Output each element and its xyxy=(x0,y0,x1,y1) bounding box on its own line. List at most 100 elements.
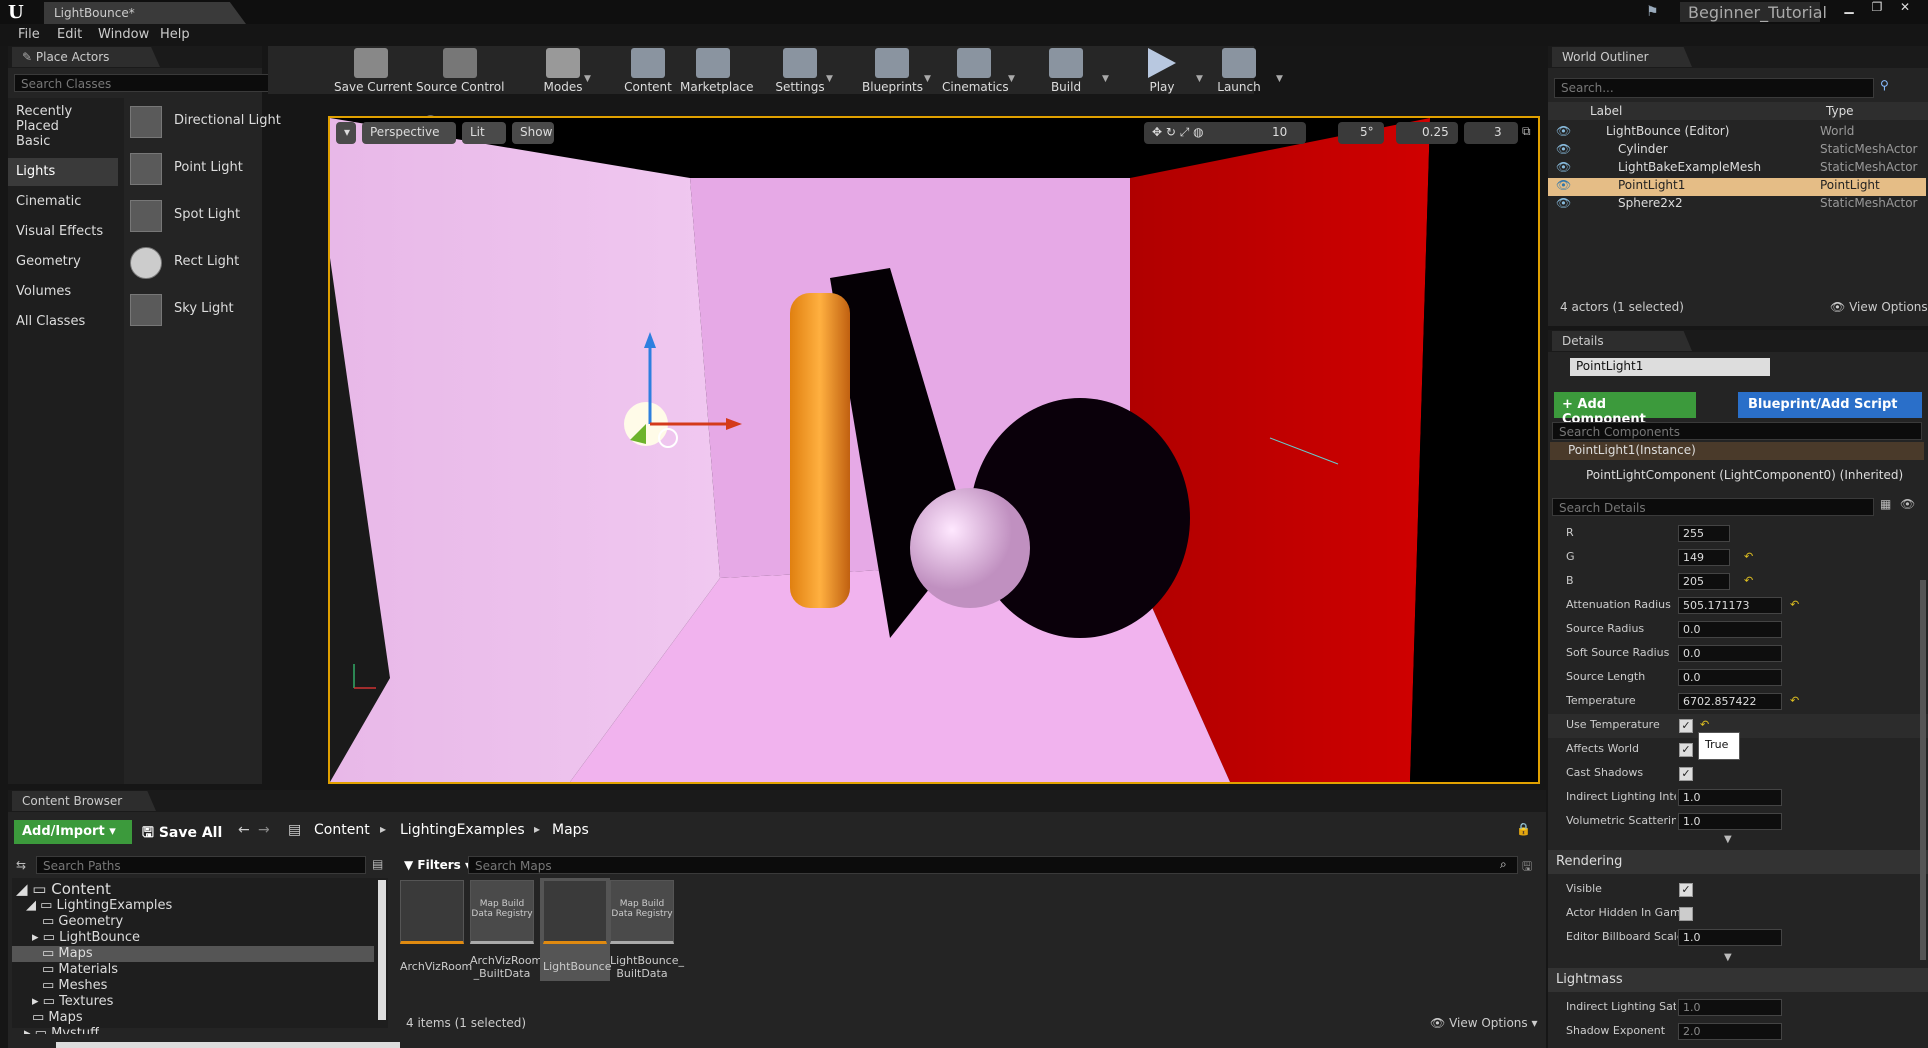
category-basic[interactable]: Basic xyxy=(8,128,118,156)
breadcrumb-content[interactable]: Content xyxy=(314,822,370,838)
add-collection-icon[interactable]: ▤ xyxy=(372,857,383,871)
camera-speed-button[interactable]: 3 xyxy=(1464,122,1518,144)
forward-arrow-icon[interactable]: → xyxy=(258,822,270,838)
instance-row[interactable]: PointLight1(Instance) xyxy=(1550,442,1924,460)
actor-point-light[interactable]: Point Light? xyxy=(126,150,437,188)
save-all-button[interactable]: 🖫 Save All xyxy=(142,822,222,846)
prop-value-field[interactable]: 0.0 xyxy=(1678,669,1782,686)
prop-value-field[interactable]: 1.0 xyxy=(1678,929,1782,946)
category-recently-placed[interactable]: Recently Placed xyxy=(8,98,118,134)
search-maps-input[interactable]: Search Maps xyxy=(468,856,1518,874)
category-lights[interactable]: Lights xyxy=(8,158,118,186)
content-view-options[interactable]: 👁 View Options ▾ xyxy=(1430,1016,1538,1030)
build-button[interactable]: Build xyxy=(1048,48,1084,94)
menu-edit[interactable]: Edit xyxy=(57,27,82,42)
outliner-view-options[interactable]: 👁 View Options xyxy=(1830,300,1928,314)
tree-mystuff[interactable]: ▸ ▭ Mystuff xyxy=(24,1026,99,1034)
cinematics-button[interactable]: Cinematics xyxy=(942,48,1009,94)
tab-world-outliner[interactable]: World Outliner xyxy=(1552,47,1692,67)
breadcrumb-maps[interactable]: Maps xyxy=(552,822,589,838)
sources-toggle-icon[interactable]: ⇆ xyxy=(16,858,26,872)
prop-value-field[interactable]: 505.171173 xyxy=(1678,597,1782,614)
prop-value-field[interactable]: 1.0 xyxy=(1678,999,1782,1016)
category-volumes[interactable]: Volumes xyxy=(8,278,118,306)
settings-dropdown-icon[interactable]: ▼ xyxy=(826,74,833,84)
tree-geometry[interactable]: ▭ Geometry xyxy=(42,914,123,930)
blueprint-add-script-button[interactable]: Blueprint/Add Script xyxy=(1738,392,1922,418)
prop-value-field[interactable]: 255 xyxy=(1678,525,1730,542)
maximize-icon[interactable]: ❐ xyxy=(1864,0,1890,18)
tree-lightingexamples[interactable]: ◢ ▭ LightingExamples xyxy=(26,898,172,914)
visible-checkbox[interactable]: ✓ xyxy=(1679,883,1693,897)
reset-icon[interactable]: ↶ xyxy=(1790,694,1799,707)
expand-advanced-icon[interactable]: ▼ xyxy=(1724,952,1732,963)
expand-advanced-icon[interactable]: ▼ xyxy=(1724,834,1732,845)
tree-content[interactable]: ◢ ▭ Content xyxy=(16,880,111,898)
modes-button[interactable]: Modes xyxy=(538,48,588,94)
asset-lightbounce-builtdata[interactable]: Map Build Data Registry LightBounce_ Buil… xyxy=(610,880,684,980)
launch-button[interactable]: Launch xyxy=(1216,48,1262,94)
prop-value-field[interactable]: 6702.857422 xyxy=(1678,693,1782,710)
play-dropdown-icon[interactable]: ▼ xyxy=(1196,74,1203,84)
details-scrollbar[interactable] xyxy=(1920,580,1926,960)
horizontal-scrollbar[interactable] xyxy=(56,1042,400,1048)
tree-meshes[interactable]: ▭ Meshes xyxy=(42,978,107,994)
add-component-button[interactable]: + Add Component xyxy=(1554,392,1696,427)
tree-textures[interactable]: ▸ ▭ Textures xyxy=(32,994,113,1010)
maximize-viewport-icon[interactable]: ⧉ xyxy=(1522,124,1531,139)
use-temperature-checkbox[interactable]: ✓ xyxy=(1679,719,1693,733)
modes-dropdown-icon[interactable]: ▼ xyxy=(584,74,591,84)
actor-hidden-checkbox[interactable] xyxy=(1679,907,1693,921)
actor-directional-light[interactable]: Directional Light? xyxy=(126,103,437,141)
save-search-icon[interactable]: 🖫 xyxy=(1522,857,1532,878)
tab-details[interactable]: Details xyxy=(1552,331,1692,351)
actor-name-field[interactable]: PointLight1 xyxy=(1570,358,1770,376)
settings-button[interactable]: Settings xyxy=(772,48,828,94)
asset-lightbounce-selected[interactable]: LightBounce xyxy=(540,878,612,981)
pin-icon[interactable]: ⚲ xyxy=(1880,78,1889,92)
eye-icon[interactable]: 👁 xyxy=(1556,178,1571,192)
component-row[interactable]: PointLightComponent (LightComponent0) (I… xyxy=(1586,468,1903,482)
outliner-row[interactable]: 👁 Sphere2x2 StaticMeshActor xyxy=(1548,196,1926,214)
search-components-input[interactable]: Search Components xyxy=(1552,422,1922,440)
asset-archvizroom[interactable]: ArchVizRoom xyxy=(400,880,472,973)
actor-sky-light[interactable]: Sky Light? xyxy=(126,291,437,329)
search-paths-input[interactable]: Search Paths xyxy=(36,856,366,874)
column-label[interactable]: Label xyxy=(1590,104,1622,118)
tree-materials[interactable]: ▭ Materials xyxy=(42,962,118,978)
section-lightmass[interactable]: Lightmass xyxy=(1548,968,1928,992)
outliner-search-input[interactable]: Search... xyxy=(1554,78,1874,98)
show-button[interactable]: Show xyxy=(512,122,554,144)
reset-icon[interactable]: ↶ xyxy=(1744,550,1753,563)
asset-archvizroom-builtdata[interactable]: Map Build Data Registry ArchVizRoom _Buil… xyxy=(470,880,542,980)
eye-icon[interactable]: 👁 xyxy=(1556,196,1571,210)
eye-icon[interactable]: 👁 xyxy=(1556,142,1571,156)
prop-value-field[interactable]: 2.0 xyxy=(1678,1023,1782,1040)
eye-icon[interactable]: 👁 xyxy=(1556,160,1571,174)
outliner-row[interactable]: 👁 LightBounce (Editor) World xyxy=(1548,124,1926,142)
affects-world-checkbox[interactable]: ✓ xyxy=(1679,743,1693,757)
category-visual-effects[interactable]: Visual Effects xyxy=(8,218,118,246)
menu-help[interactable]: Help xyxy=(160,27,190,42)
reset-icon[interactable]: ↶ xyxy=(1744,574,1753,587)
category-cinematic[interactable]: Cinematic xyxy=(8,188,118,216)
prop-value-field[interactable]: 0.0 xyxy=(1678,645,1782,662)
angle-snap-button[interactable]: 5° xyxy=(1338,122,1384,144)
filters-button[interactable]: ▼ Filters ▾ xyxy=(404,858,471,872)
tree-maps-selected[interactable]: ▭ Maps xyxy=(12,946,374,962)
launch-dropdown-icon[interactable]: ▼ xyxy=(1276,74,1283,84)
perspective-button[interactable]: Perspective xyxy=(362,122,456,144)
close-icon[interactable]: ✕ xyxy=(1892,0,1918,18)
scale-snap-button[interactable]: 0.25 xyxy=(1396,122,1458,144)
lock-icon[interactable]: 🔒 xyxy=(1516,822,1531,836)
prop-value-field[interactable]: 205 xyxy=(1678,573,1730,590)
reset-icon[interactable]: ↶ xyxy=(1700,718,1709,731)
source-control-button[interactable]: Source Control xyxy=(416,48,504,94)
actor-spot-light[interactable]: Spot Light? xyxy=(126,197,437,235)
actor-rect-light[interactable]: Rect Light? xyxy=(126,244,437,282)
breadcrumb-lightingexamples[interactable]: LightingExamples xyxy=(400,822,525,838)
blueprints-button[interactable]: Blueprints xyxy=(862,48,923,94)
category-geometry[interactable]: Geometry xyxy=(8,248,118,276)
content-button[interactable]: Content xyxy=(620,48,676,94)
viewport-options-button[interactable]: ▾ xyxy=(336,122,356,144)
